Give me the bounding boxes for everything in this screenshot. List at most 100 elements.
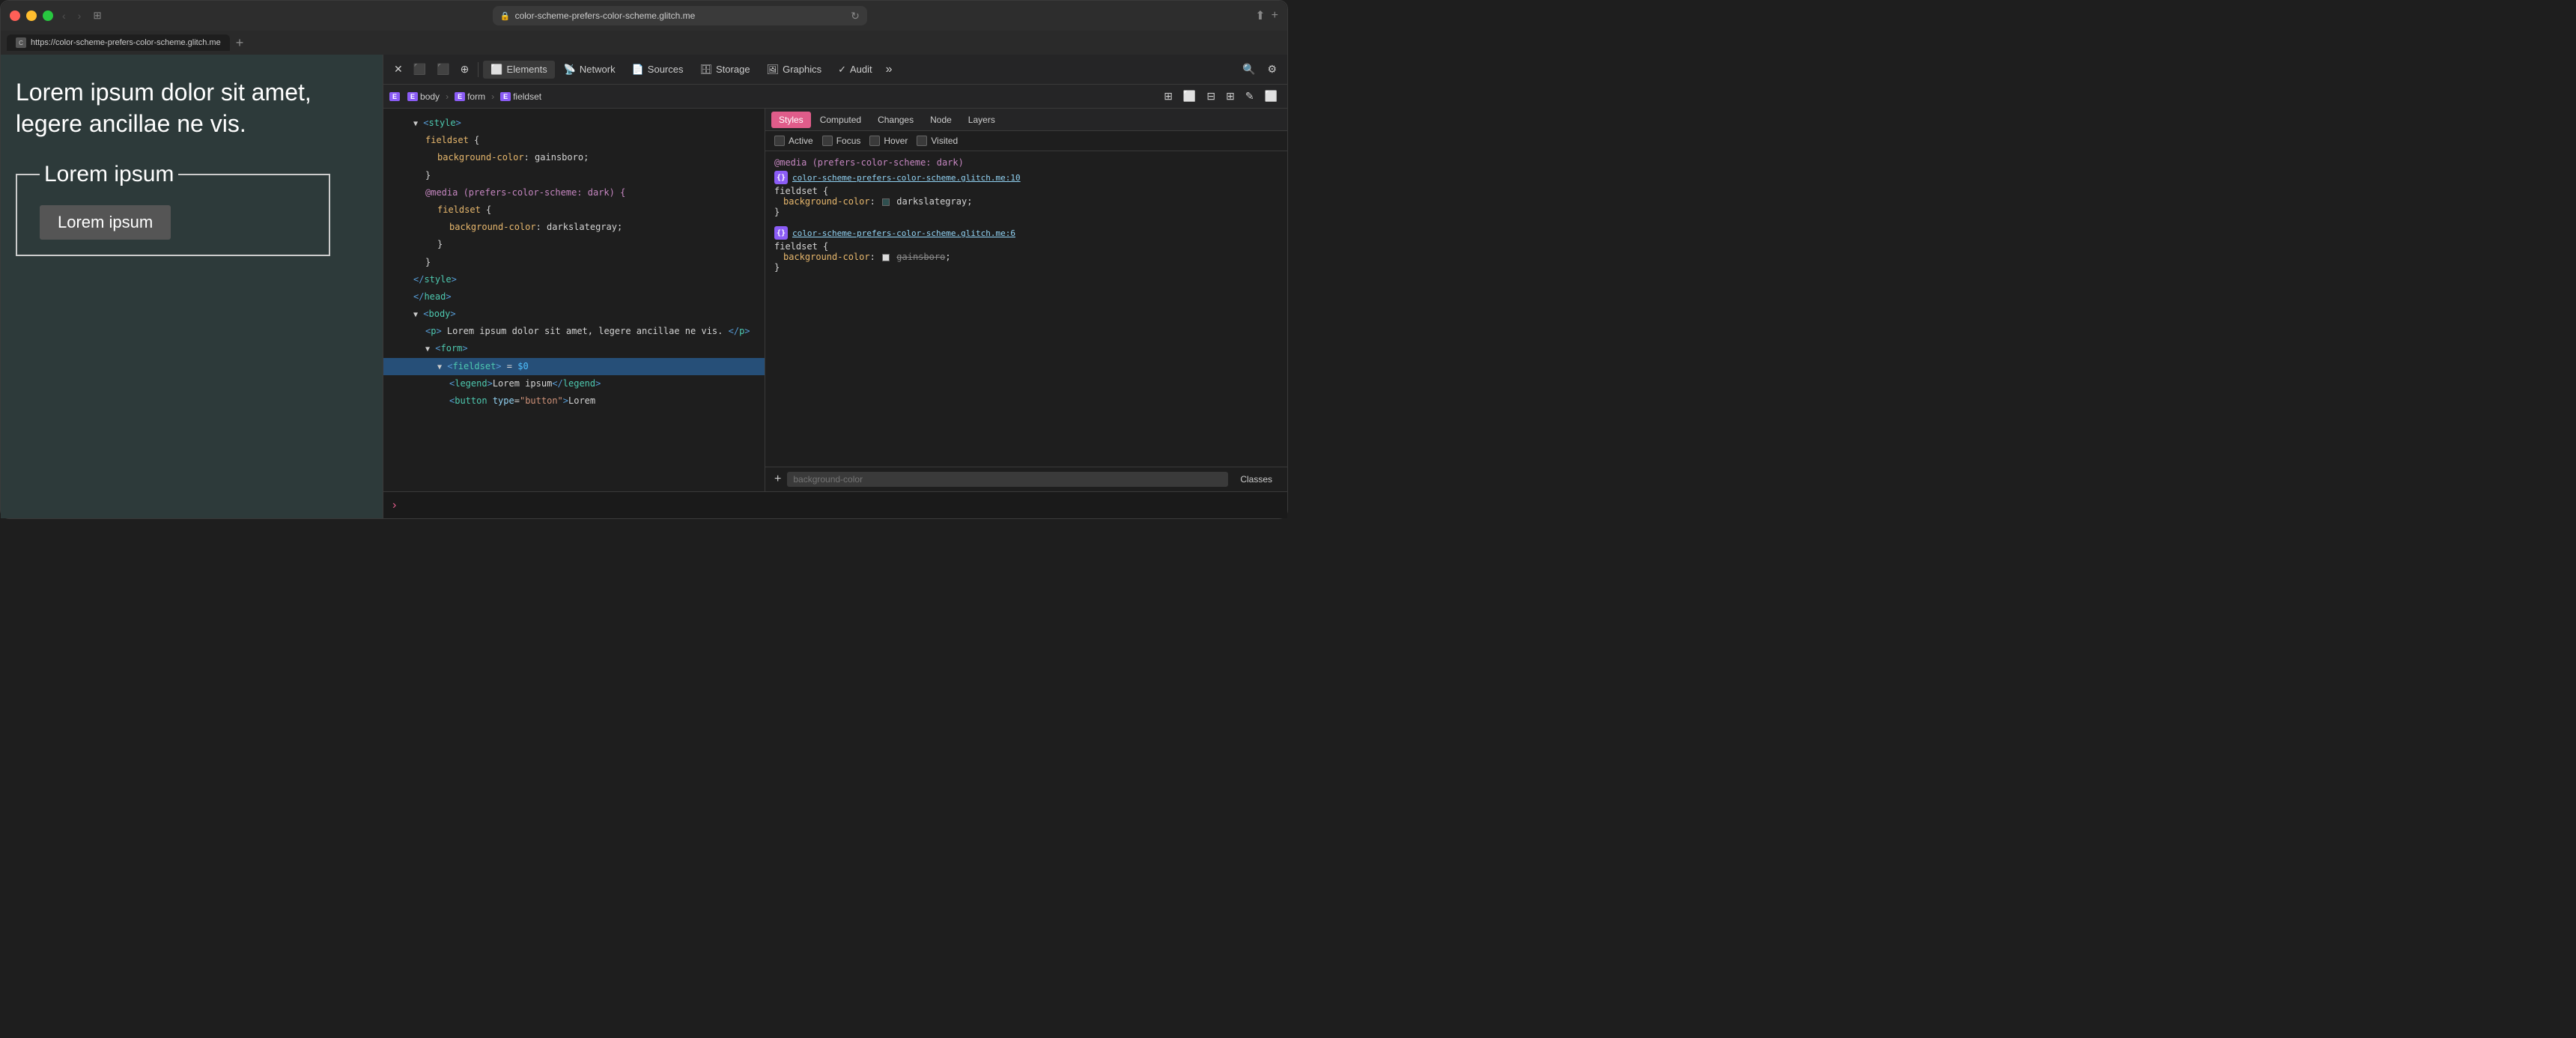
tab-graphics[interactable]: 🖼 Graphics	[759, 61, 830, 79]
color-swatch-2[interactable]	[882, 254, 890, 261]
close-button[interactable]	[10, 10, 20, 21]
layout-grid-button[interactable]: ⊞	[1160, 88, 1176, 104]
el-p[interactable]: <p> Lorem ipsum dolor sit amet, legere a…	[383, 323, 765, 340]
console-bar: ›	[383, 491, 1287, 518]
style-rule-dark: @media (prefers-color-scheme: dark) {} c…	[774, 157, 1278, 217]
tab-sources[interactable]: 📄 Sources	[625, 61, 691, 79]
el-legend[interactable]: <legend>Lorem ipsum</legend>	[383, 375, 765, 392]
el-media[interactable]: @media (prefers-color-scheme: dark) {	[383, 184, 765, 201]
breadcrumb-form[interactable]: E form	[450, 90, 490, 103]
el-close2: }	[383, 236, 765, 253]
el-head-close[interactable]: </head>	[383, 288, 765, 306]
demo-button[interactable]: Lorem ipsum	[40, 205, 171, 240]
maximize-button[interactable]	[43, 10, 53, 21]
styles-footer: + Classes	[765, 467, 1287, 491]
tab-node[interactable]: Node	[923, 112, 959, 128]
el-fieldset2[interactable]: fieldset {	[383, 201, 765, 219]
css-close-1: }	[774, 207, 1278, 217]
pseudo-focus[interactable]: Focus	[822, 136, 861, 146]
css-badge-1: {}	[774, 171, 788, 184]
elements-icon: ⬜	[490, 64, 502, 76]
audit-icon: ✓	[838, 64, 846, 76]
graphics-icon: 🖼	[767, 64, 780, 76]
pseudo-states-bar: Active Focus Hover Visited	[765, 131, 1287, 151]
styles-content: @media (prefers-color-scheme: dark) {} c…	[765, 151, 1287, 467]
el-body-open[interactable]: ▼ <body>	[383, 306, 765, 323]
tab-sources-label: Sources	[648, 64, 684, 75]
layout-box-button[interactable]: ⬜	[1179, 88, 1200, 104]
tab-layers[interactable]: Layers	[961, 112, 1003, 128]
classes-button[interactable]: Classes	[1234, 472, 1278, 487]
layout-cols-button[interactable]: ⊞	[1222, 88, 1239, 104]
active-checkbox[interactable]	[774, 136, 785, 146]
visited-label: Visited	[931, 136, 958, 146]
tab-network[interactable]: 📡 Network	[556, 61, 623, 79]
address-bar[interactable]: 🔒 color-scheme-prefers-color-scheme.glit…	[493, 6, 867, 25]
legend-demo: Lorem ipsum	[40, 162, 178, 187]
search-button[interactable]: 🔍	[1238, 60, 1260, 79]
new-tab-plus-button[interactable]: +	[236, 36, 244, 49]
el-style-open[interactable]: ▼ <style>	[383, 115, 765, 132]
tab-elements-label: Elements	[507, 64, 547, 75]
tab-favicon: C	[16, 37, 26, 48]
refresh-button[interactable]: ↻	[851, 10, 860, 22]
console-input[interactable]	[402, 500, 1278, 511]
settings-button[interactable]: ⚙	[1263, 60, 1281, 79]
focus-checkbox[interactable]	[822, 136, 833, 146]
file-link-2[interactable]: color-scheme-prefers-color-scheme.glitch…	[792, 228, 1015, 238]
sources-icon: 📄	[632, 64, 644, 76]
back-button[interactable]: ‹	[59, 8, 69, 23]
pseudo-active[interactable]: Active	[774, 136, 813, 146]
el-style-close[interactable]: </style>	[383, 271, 765, 288]
css-close-2: }	[774, 262, 1278, 273]
tab-computed[interactable]: Computed	[812, 112, 869, 128]
sidebar-toggle[interactable]: ⊞	[90, 8, 104, 23]
tab-audit[interactable]: ✓ Audit	[830, 61, 880, 79]
style-rule-gainsboro: {} color-scheme-prefers-color-scheme.gli…	[774, 226, 1278, 273]
tab-styles[interactable]: Styles	[771, 112, 811, 128]
visited-checkbox[interactable]	[917, 136, 927, 146]
network-icon: 📡	[564, 64, 576, 76]
edit-button[interactable]: ✎	[1242, 88, 1258, 104]
more-tabs-button[interactable]: »	[881, 60, 897, 79]
css-selector-2: fieldset {	[774, 241, 1278, 252]
add-property-button[interactable]: +	[774, 473, 781, 486]
el-bg-gainsboro[interactable]: background-color: gainsboro;	[383, 149, 765, 166]
css-prop-row-2[interactable]: background-color: gainsboro;	[774, 252, 1278, 262]
share-button[interactable]: ⬆	[1255, 8, 1265, 23]
devtools-close-button[interactable]: ✕	[389, 60, 407, 79]
devtools-body: ▼ <style> fieldset { background-color: g…	[383, 109, 1287, 491]
pseudo-hover[interactable]: Hover	[869, 136, 908, 146]
el-fieldset1[interactable]: fieldset {	[383, 132, 765, 149]
el-form[interactable]: ▼ <form>	[383, 340, 765, 357]
breadcrumb-body[interactable]: E body	[403, 90, 444, 103]
dock-side-button[interactable]: ⬛	[432, 60, 454, 79]
tab-storage[interactable]: 🗄 Storage	[693, 61, 758, 79]
file-link-1[interactable]: color-scheme-prefers-color-scheme.glitch…	[792, 173, 1021, 183]
el-bg-dark[interactable]: background-color: darkslategray;	[383, 219, 765, 236]
css-prop-row-1[interactable]: background-color: darkslategray;	[774, 196, 1278, 207]
elements-panel: ▼ <style> fieldset { background-color: g…	[383, 109, 765, 491]
hover-checkbox[interactable]	[869, 136, 880, 146]
inspect-button[interactable]: ⊕	[456, 60, 474, 79]
focus-label: Focus	[836, 136, 861, 146]
forward-button[interactable]: ›	[75, 8, 85, 23]
dock-bottom-button[interactable]: ⬛	[409, 60, 431, 79]
el-close3: }	[383, 254, 765, 271]
filter-input[interactable]	[787, 472, 1228, 487]
pin-button[interactable]: ⬜	[1261, 88, 1281, 104]
el-button[interactable]: <button type="button">Lorem	[383, 392, 765, 410]
color-swatch-1[interactable]	[882, 198, 890, 206]
layout-multi-button[interactable]: ⊟	[1203, 88, 1219, 104]
media-query-dark: @media (prefers-color-scheme: dark)	[774, 157, 1278, 168]
minimize-button[interactable]	[26, 10, 37, 21]
el-fieldset-selected[interactable]: ▼ <fieldset> = $0	[383, 358, 765, 375]
tab-elements[interactable]: ⬜ Elements	[483, 61, 554, 79]
new-tab-button[interactable]: +	[1272, 9, 1278, 22]
url-text: color-scheme-prefers-color-scheme.glitch…	[515, 10, 696, 21]
browser-tab[interactable]: C https://color-scheme-prefers-color-sch…	[7, 34, 230, 51]
breadcrumb-fieldset[interactable]: E fieldset	[496, 90, 546, 103]
tab-changes[interactable]: Changes	[870, 112, 921, 128]
tab-label: https://color-scheme-prefers-color-schem…	[31, 38, 221, 47]
pseudo-visited[interactable]: Visited	[917, 136, 958, 146]
